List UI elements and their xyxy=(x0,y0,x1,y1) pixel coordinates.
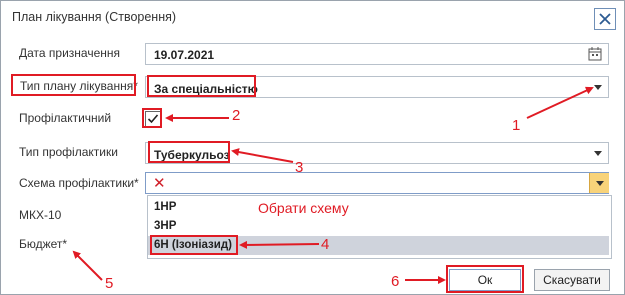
annotation-box xyxy=(147,75,256,97)
annotation-number: 1 xyxy=(512,117,521,134)
dialog-title: План лікування (Створення) xyxy=(12,10,177,24)
close-icon xyxy=(599,13,611,25)
scheme-select[interactable] xyxy=(145,172,609,194)
date-label: Дата призначення xyxy=(19,46,120,60)
budget-label: Бюджет* xyxy=(19,237,68,251)
annotation-box xyxy=(148,141,230,163)
annotation-number: 6 xyxy=(391,273,400,290)
annotation-box xyxy=(150,235,238,255)
arrow xyxy=(72,250,103,281)
scheme-label: Схема профілактики* xyxy=(19,176,139,190)
clear-icon[interactable]: ✕ xyxy=(153,174,166,192)
cancel-button[interactable]: Скасувати xyxy=(534,269,610,291)
close-button[interactable] xyxy=(594,8,616,30)
annotation-box xyxy=(446,265,524,293)
preventive-label: Профілактичний xyxy=(19,111,112,125)
scheme-dropdown-button[interactable] xyxy=(589,173,609,193)
prevention-type-label: Тип профілактики xyxy=(19,145,118,159)
annotation-number: 3 xyxy=(295,159,304,176)
mkx-label: МКХ-10 xyxy=(19,208,62,222)
treatment-plan-dialog: План лікування (Створення) Дата призначе… xyxy=(0,0,625,295)
chevron-down-icon[interactable] xyxy=(594,85,602,90)
chevron-down-icon[interactable] xyxy=(594,151,602,156)
date-value: 19.07.2021 xyxy=(154,48,215,62)
annotation-hint: Обрати схему xyxy=(258,200,349,216)
calendar-icon[interactable] xyxy=(588,47,602,61)
annotation-number: 2 xyxy=(232,107,241,124)
annotation-box xyxy=(11,74,136,96)
title-bar: План лікування (Створення) xyxy=(1,1,624,33)
date-field[interactable]: 19.07.2021 xyxy=(145,43,609,65)
list-item[interactable]: 3НР xyxy=(148,217,609,236)
chevron-down-icon xyxy=(596,181,604,186)
list-item[interactable]: 1НР xyxy=(148,198,609,217)
annotation-number: 4 xyxy=(321,236,330,253)
annotation-number: 5 xyxy=(105,275,114,292)
annotation-box xyxy=(142,108,162,128)
